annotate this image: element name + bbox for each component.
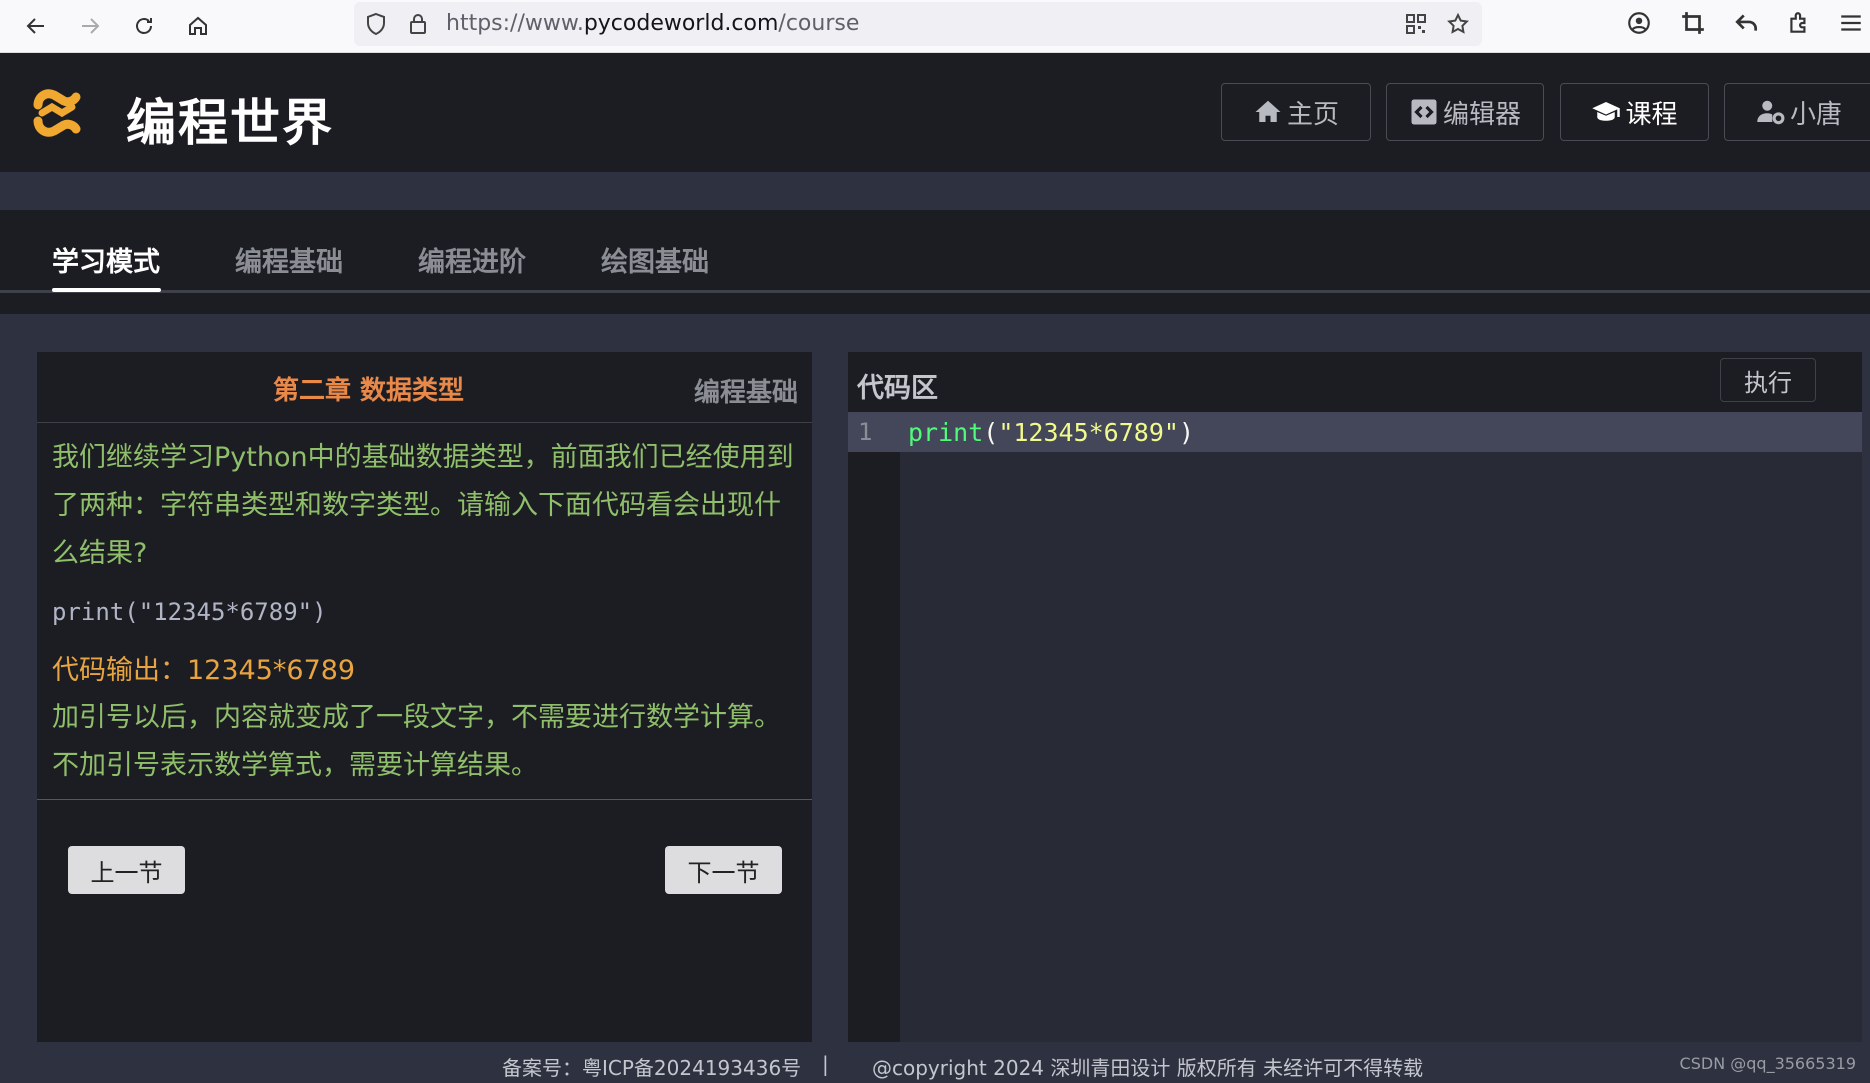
code-string: "12345*6789"	[998, 418, 1179, 447]
tab-programming-advanced[interactable]: 编程进阶	[418, 240, 526, 279]
explanation-line-2: 不加引号表示数学算式，需要计算结果。	[52, 750, 538, 781]
code-editor[interactable]: 1 print("12345*6789")	[848, 412, 1862, 1042]
home-button[interactable]	[180, 8, 216, 44]
prev-lesson-button[interactable]: 上一节	[68, 846, 185, 894]
lesson-explanation: 加引号以后，内容就变成了一段文字，不需要进行数学计算。 不加引号表示数学算式，需…	[52, 694, 802, 790]
editor-title: 代码区	[857, 373, 938, 404]
code-close-paren: )	[1178, 418, 1195, 447]
tab-programming-basics[interactable]: 编程基础	[235, 240, 343, 279]
category-label: 编程基础	[693, 378, 798, 408]
graduation-cap-icon	[1592, 102, 1621, 121]
account-icon[interactable]	[1626, 10, 1652, 36]
nav-course-button[interactable]: 课程	[1560, 83, 1709, 141]
code-function: print	[908, 418, 984, 447]
nav-home-label: 主页	[1286, 99, 1339, 130]
lesson-panel: 第二章 数据类型 编程基础 我们继续学习Python中的基础数据类型，前面我们已…	[37, 352, 812, 1042]
forward-button[interactable]	[72, 8, 108, 44]
line-number: 1	[858, 418, 873, 446]
arrow-left-icon	[26, 18, 44, 34]
extensions-icon[interactable]	[1786, 10, 1812, 36]
code-open-paren: (	[983, 418, 999, 447]
footer-separator: |	[822, 1052, 829, 1076]
nav-editor-button[interactable]: 编辑器	[1386, 83, 1544, 141]
home-outline-icon	[189, 16, 207, 35]
nav-user-button[interactable]: 小唐	[1724, 83, 1870, 141]
shield-icon[interactable]	[364, 12, 388, 36]
browser-toolbar: https://www.pycodeworld.com/course	[0, 0, 1870, 53]
nav-home-button[interactable]: 主页	[1221, 83, 1371, 141]
icp-record[interactable]: 备案号：粤ICP备2024193436号	[502, 1052, 801, 1081]
code-line[interactable]: print("12345*6789")	[908, 418, 1194, 447]
url-text: https://www.pycodeworld.com/course	[446, 11, 859, 36]
lesson-intro: 我们继续学习Python中的基础数据类型，前面我们已经使用到了两种：字符串类型和…	[52, 442, 794, 569]
run-button[interactable]: 执行	[1720, 358, 1816, 402]
line-gutter	[848, 412, 900, 1042]
lesson-header: 第二章 数据类型 编程基础	[37, 352, 812, 423]
reload-icon	[136, 18, 152, 34]
url-host: pycodeworld.com	[583, 11, 779, 36]
code-icon	[1411, 99, 1437, 125]
back-button[interactable]	[18, 8, 54, 44]
code-sample: print("12345*6789")	[52, 598, 327, 626]
home-icon	[1255, 100, 1281, 122]
logo-icon[interactable]	[28, 83, 88, 143]
nav-course-label: 课程	[1625, 99, 1678, 130]
tab-drawing-basics[interactable]: 绘图基础	[601, 240, 709, 279]
tabs-divider	[0, 290, 1870, 293]
arrow-right-icon	[82, 18, 100, 34]
url-prefix: https://www.	[446, 11, 584, 36]
watermark: CSDN @qq_35665319	[1679, 1054, 1856, 1073]
site-title[interactable]: 编程世界	[126, 83, 334, 155]
tab-study-mode[interactable]: 学习模式	[52, 240, 160, 279]
user-gear-icon	[1757, 100, 1785, 125]
footer: 备案号：粤ICP备2024193436号 | @copyright 2024 深…	[0, 1042, 1870, 1083]
qr-code-icon[interactable]	[1404, 12, 1428, 36]
site-header: 编程世界 主页 编辑器 课程 小唐	[0, 53, 1870, 172]
header-spacer	[0, 172, 1870, 210]
address-bar[interactable]: https://www.pycodeworld.com/course	[354, 2, 1482, 46]
code-output: 代码输出：12345*6789	[52, 655, 356, 686]
undo-icon[interactable]	[1734, 10, 1760, 36]
crop-icon[interactable]	[1680, 10, 1706, 36]
course-tabs: 学习模式 编程基础 编程进阶 绘图基础	[0, 210, 1870, 314]
copyright-text: @copyright 2024 深圳青田设计 版权所有 未经许可不得转载	[872, 1056, 1424, 1080]
editor-panel: 代码区 执行 1 print("12345*6789")	[848, 352, 1862, 1042]
nav-user-label: 小唐	[1789, 99, 1842, 130]
explanation-line-1: 加引号以后，内容就变成了一段文字，不需要进行数学计算。	[52, 702, 781, 733]
bookmark-star-icon[interactable]	[1446, 12, 1470, 36]
menu-icon[interactable]	[1838, 10, 1864, 36]
lock-icon[interactable]	[406, 12, 430, 36]
chapter-title: 第二章 数据类型	[273, 376, 465, 406]
reload-button[interactable]	[126, 8, 162, 44]
active-tab-indicator	[52, 288, 161, 292]
nav-editor-label: 编辑器	[1442, 99, 1521, 130]
url-path: /course	[778, 11, 860, 36]
lesson-divider	[37, 799, 812, 800]
next-lesson-button[interactable]: 下一节	[665, 846, 782, 894]
